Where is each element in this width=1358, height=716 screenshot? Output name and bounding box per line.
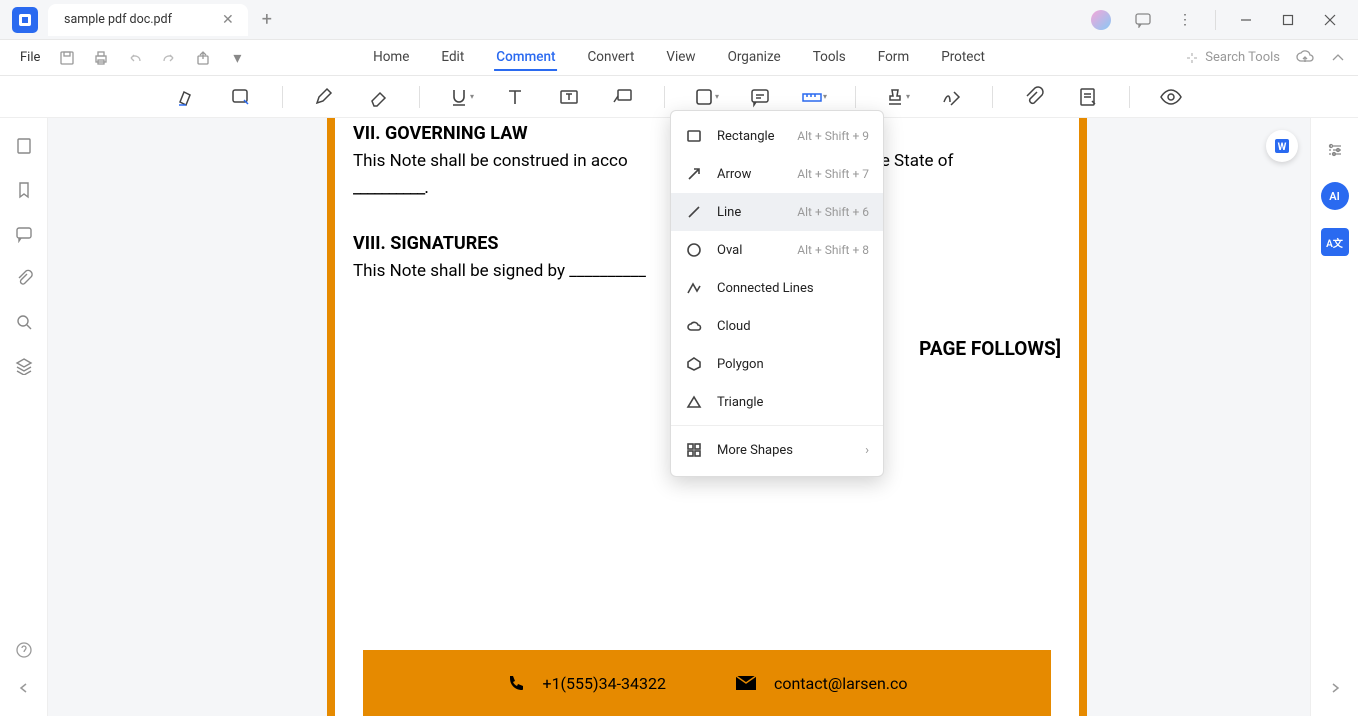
signature-tool-icon[interactable] (938, 84, 964, 110)
undo-icon[interactable] (120, 43, 150, 73)
menu-view[interactable]: View (664, 45, 697, 71)
collapse-right-icon[interactable] (1325, 678, 1345, 698)
save-icon[interactable] (52, 43, 82, 73)
print-icon[interactable] (86, 43, 116, 73)
stamp-tool-icon[interactable]: ▾ (884, 84, 910, 110)
textbox-tool-icon[interactable] (556, 84, 582, 110)
help-icon[interactable] (14, 640, 34, 660)
pencil-tool-icon[interactable] (311, 84, 337, 110)
connected-lines-icon (685, 279, 703, 297)
shape-connected-lines[interactable]: Connected Lines (671, 269, 883, 307)
sidebar-left (0, 118, 48, 716)
minimize-icon[interactable] (1228, 4, 1264, 36)
translate-icon[interactable]: A文 (1321, 228, 1349, 256)
phone-icon (506, 674, 524, 692)
sidebar-right: AI A文 (1310, 118, 1358, 716)
rectangle-icon (685, 127, 703, 145)
shape-line[interactable]: Line Alt + Shift + 6 (671, 193, 883, 231)
shape-cloud[interactable]: Cloud (671, 307, 883, 345)
menu-tools[interactable]: Tools (811, 45, 848, 71)
shape-triangle[interactable]: Triangle (671, 383, 883, 421)
bookmarks-icon[interactable] (14, 180, 34, 200)
eraser-tool-icon[interactable] (365, 84, 391, 110)
footer-phone: +1(555)34-34322 (542, 674, 665, 693)
menu-edit[interactable]: Edit (439, 45, 466, 71)
titlebar: sample pdf doc.pdf ✕ + ⋮ (0, 0, 1358, 40)
highlight-tool-icon[interactable] (174, 84, 200, 110)
chat-icon[interactable] (1125, 4, 1161, 36)
attachments-panel-icon[interactable] (14, 268, 34, 288)
search-panel-icon[interactable] (14, 312, 34, 332)
note-tool-icon[interactable] (747, 84, 773, 110)
kebab-menu-icon[interactable]: ⋮ (1167, 4, 1203, 36)
shape-arrow[interactable]: Arrow Alt + Shift + 7 (671, 155, 883, 193)
collapse-left-icon[interactable] (14, 678, 34, 698)
footer-email: contact@larsen.co (774, 674, 908, 693)
menu-convert[interactable]: Convert (586, 45, 637, 71)
more-dropdown-icon[interactable]: ▾ (222, 43, 252, 73)
cloud-icon (685, 317, 703, 335)
thumbnails-icon[interactable] (14, 136, 34, 156)
app-logo (12, 7, 38, 33)
hide-comments-icon[interactable] (1158, 84, 1184, 110)
shapes-dropdown: Rectangle Alt + Shift + 9 Arrow Alt + Sh… (670, 110, 884, 477)
shape-polygon[interactable]: Polygon (671, 345, 883, 383)
menu-protect[interactable]: Protect (939, 45, 987, 71)
new-tab-button[interactable]: + (262, 9, 272, 30)
comments-panel-icon[interactable] (14, 224, 34, 244)
attachment-tool-icon[interactable] (1021, 84, 1047, 110)
menu-form[interactable]: Form (876, 45, 911, 71)
triangle-icon (685, 393, 703, 411)
word-export-badge[interactable]: W (1266, 130, 1298, 162)
document-tab[interactable]: sample pdf doc.pdf ✕ (48, 4, 248, 36)
measure-tool-icon[interactable]: ▾ (801, 84, 827, 110)
document-footer: +1(555)34-34322 contact@larsen.co (363, 650, 1051, 716)
shape-oval[interactable]: Oval Alt + Shift + 8 (671, 231, 883, 269)
share-icon[interactable] (188, 43, 218, 73)
email-icon (736, 675, 756, 691)
maximize-icon[interactable] (1270, 4, 1306, 36)
callout-tool-icon[interactable] (610, 84, 636, 110)
menubar: File ▾ Home Edit Comment Convert View Or… (0, 40, 1358, 76)
tab-title: sample pdf doc.pdf (64, 12, 172, 27)
collapse-ribbon-icon[interactable] (1330, 50, 1346, 66)
sparkle-icon (1185, 51, 1199, 65)
avatar-icon[interactable] (1083, 4, 1119, 36)
oval-icon (685, 241, 703, 259)
redo-icon[interactable] (154, 43, 184, 73)
form-tool-icon[interactable] (1075, 84, 1101, 110)
file-menu[interactable]: File (12, 50, 48, 65)
more-shapes-icon (685, 441, 703, 459)
menu-comment[interactable]: Comment (494, 45, 557, 71)
menu-organize[interactable]: Organize (726, 45, 783, 71)
close-window-icon[interactable] (1312, 4, 1348, 36)
cloud-sync-icon[interactable] (1296, 49, 1314, 67)
layers-icon[interactable] (14, 356, 34, 376)
properties-icon[interactable] (1321, 136, 1349, 164)
underline-tool-icon[interactable]: ▾ (448, 84, 474, 110)
menu-home[interactable]: Home (371, 45, 411, 71)
close-tab-icon[interactable]: ✕ (222, 12, 234, 28)
ai-badge-icon[interactable]: AI (1321, 182, 1349, 210)
shape-tool-icon[interactable]: ▾ (693, 84, 719, 110)
chevron-right-icon: › (865, 443, 869, 458)
search-tools[interactable]: Search Tools (1185, 50, 1280, 65)
arrow-icon (685, 165, 703, 183)
more-shapes[interactable]: More Shapes › (671, 430, 883, 470)
polygon-icon (685, 355, 703, 373)
shape-rectangle[interactable]: Rectangle Alt + Shift + 9 (671, 117, 883, 155)
search-placeholder: Search Tools (1205, 50, 1280, 65)
line-icon (685, 203, 703, 221)
svg-text:W: W (1278, 142, 1287, 153)
text-tool-icon[interactable] (502, 84, 528, 110)
area-highlight-icon[interactable] (228, 84, 254, 110)
